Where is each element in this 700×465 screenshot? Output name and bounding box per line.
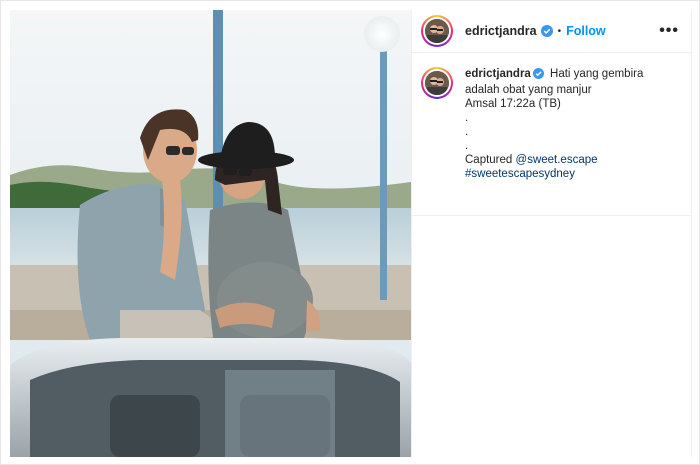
header-username[interactable]: edrictjandra xyxy=(465,24,537,38)
caption-block: edrictjandra Hati yang gembira adalah ob… xyxy=(412,53,691,181)
follow-button[interactable]: Follow xyxy=(566,24,606,38)
caption-avatar[interactable] xyxy=(421,67,453,99)
caption-line-3: Amsal 17:22a (TB) xyxy=(465,98,561,110)
avatar-photo-icon xyxy=(425,71,449,95)
caption-line-2: adalah obat yang manjur xyxy=(465,84,592,96)
caption-line-1: Hati yang gembira xyxy=(546,68,644,80)
post-photo[interactable] xyxy=(10,10,411,457)
avatar-image xyxy=(425,19,449,43)
avatar-photo-icon xyxy=(425,19,449,43)
hashtag-link[interactable]: #sweetescapesydney xyxy=(465,167,680,181)
caption-text: edrictjandra Hati yang gembira adalah ob… xyxy=(465,67,680,181)
verified-badge-icon xyxy=(540,25,553,37)
captured-label: Captured xyxy=(465,154,513,166)
verified-badge-icon xyxy=(532,68,544,83)
post-header: edrictjandra • Follow ••• xyxy=(412,10,691,53)
caption-divider xyxy=(412,215,692,216)
avatar-image xyxy=(425,71,449,95)
caption-username[interactable]: edrictjandra xyxy=(465,68,531,80)
caption-dot-3: . xyxy=(465,140,469,152)
mention-link[interactable]: @sweet.escape xyxy=(516,154,598,166)
more-options-icon[interactable]: ••• xyxy=(659,22,679,40)
caption-dot-1: . xyxy=(465,112,469,124)
separator-dot: • xyxy=(557,25,562,37)
avatar[interactable] xyxy=(421,15,453,47)
couple-photo-illustration xyxy=(10,10,411,457)
instagram-post-window: edrictjandra • Follow ••• edrictjandra H… xyxy=(0,0,700,465)
post-side-panel: edrictjandra • Follow ••• edrictjandra H… xyxy=(411,10,692,457)
caption-captured-line: Captured @sweet.escape xyxy=(465,153,680,167)
caption-dot-2: . xyxy=(465,126,469,138)
